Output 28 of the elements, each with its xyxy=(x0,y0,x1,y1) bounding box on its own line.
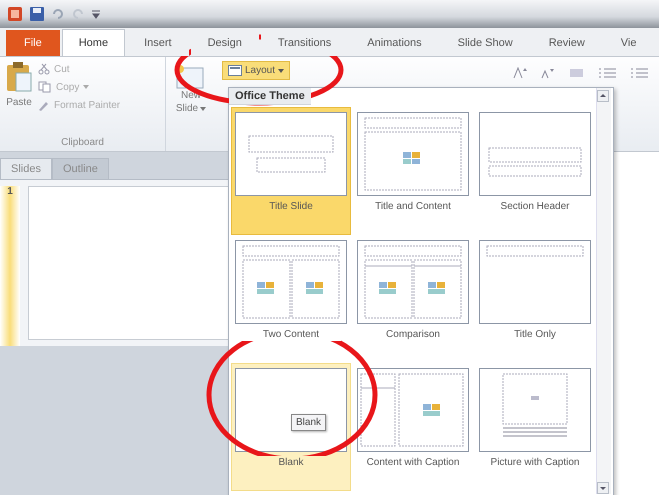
ribbon-tab[interactable]: Home xyxy=(62,29,126,56)
brush-icon xyxy=(38,99,50,111)
copy-icon xyxy=(38,81,52,93)
slide-thumbnail[interactable] xyxy=(28,186,230,340)
scissors-icon xyxy=(38,63,50,75)
tooltip: Blank xyxy=(291,414,326,431)
paste-button[interactable]: Paste xyxy=(6,61,32,133)
layout-button[interactable]: Layout xyxy=(222,61,290,80)
undo-icon[interactable] xyxy=(52,8,64,20)
save-icon[interactable] xyxy=(30,7,44,21)
caret-icon xyxy=(278,68,284,72)
group-label: Clipboard xyxy=(60,137,105,150)
grow-font-icon[interactable] xyxy=(513,67,527,79)
file-tab[interactable]: File xyxy=(6,30,60,56)
caret-icon xyxy=(200,106,206,110)
bullets-icon[interactable] xyxy=(599,67,617,79)
shrink-font-icon[interactable] xyxy=(541,67,555,79)
scroll-down-icon[interactable] xyxy=(597,482,609,494)
clipboard-icon xyxy=(6,61,32,93)
scroll-up-icon[interactable] xyxy=(597,90,609,102)
gallery-heading: Office Theme xyxy=(229,88,311,105)
numbering-icon[interactable] xyxy=(631,67,649,79)
slide-number: 1 xyxy=(7,186,13,199)
layout-option[interactable]: Title Slide xyxy=(231,107,351,235)
app-icon[interactable] xyxy=(8,7,22,21)
customize-icon[interactable] xyxy=(92,9,100,19)
layout-icon xyxy=(228,65,242,76)
caret-icon xyxy=(83,85,90,89)
